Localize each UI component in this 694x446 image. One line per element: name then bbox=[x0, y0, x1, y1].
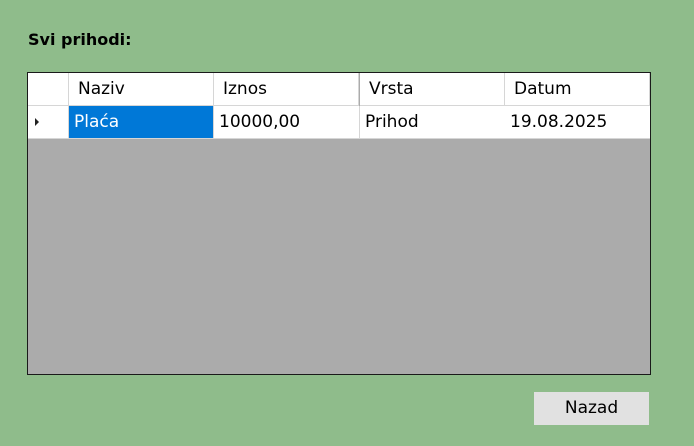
back-button[interactable]: Nazad bbox=[534, 392, 649, 425]
current-row-arrow-icon bbox=[35, 118, 39, 126]
grid-top-left-header-cell[interactable] bbox=[28, 73, 69, 106]
column-header-iznos[interactable]: Iznos bbox=[214, 73, 359, 106]
row-header-cell[interactable] bbox=[28, 106, 69, 139]
column-header-naziv[interactable]: Naziv bbox=[69, 73, 214, 106]
grid-header-row: Naziv Iznos Vrsta Datum bbox=[28, 73, 650, 106]
cell-vrsta[interactable]: Prihod bbox=[360, 106, 506, 139]
cell-datum[interactable]: 19.08.2025 bbox=[505, 106, 650, 139]
column-header-vrsta[interactable]: Vrsta bbox=[360, 73, 505, 106]
cell-iznos[interactable]: 10000,00 bbox=[214, 106, 360, 139]
income-data-grid[interactable]: Naziv Iznos Vrsta Datum Plaća 10000,00 P… bbox=[27, 72, 651, 375]
column-header-datum[interactable]: Datum bbox=[505, 73, 650, 106]
income-list-window: Svi prihodi: Naziv Iznos Vrsta Datum Pla… bbox=[0, 0, 694, 446]
page-title: Svi prihodi: bbox=[28, 30, 132, 49]
table-row[interactable]: Plaća 10000,00 Prihod 19.08.2025 bbox=[28, 106, 650, 139]
cell-naziv[interactable]: Plaća bbox=[69, 106, 214, 139]
